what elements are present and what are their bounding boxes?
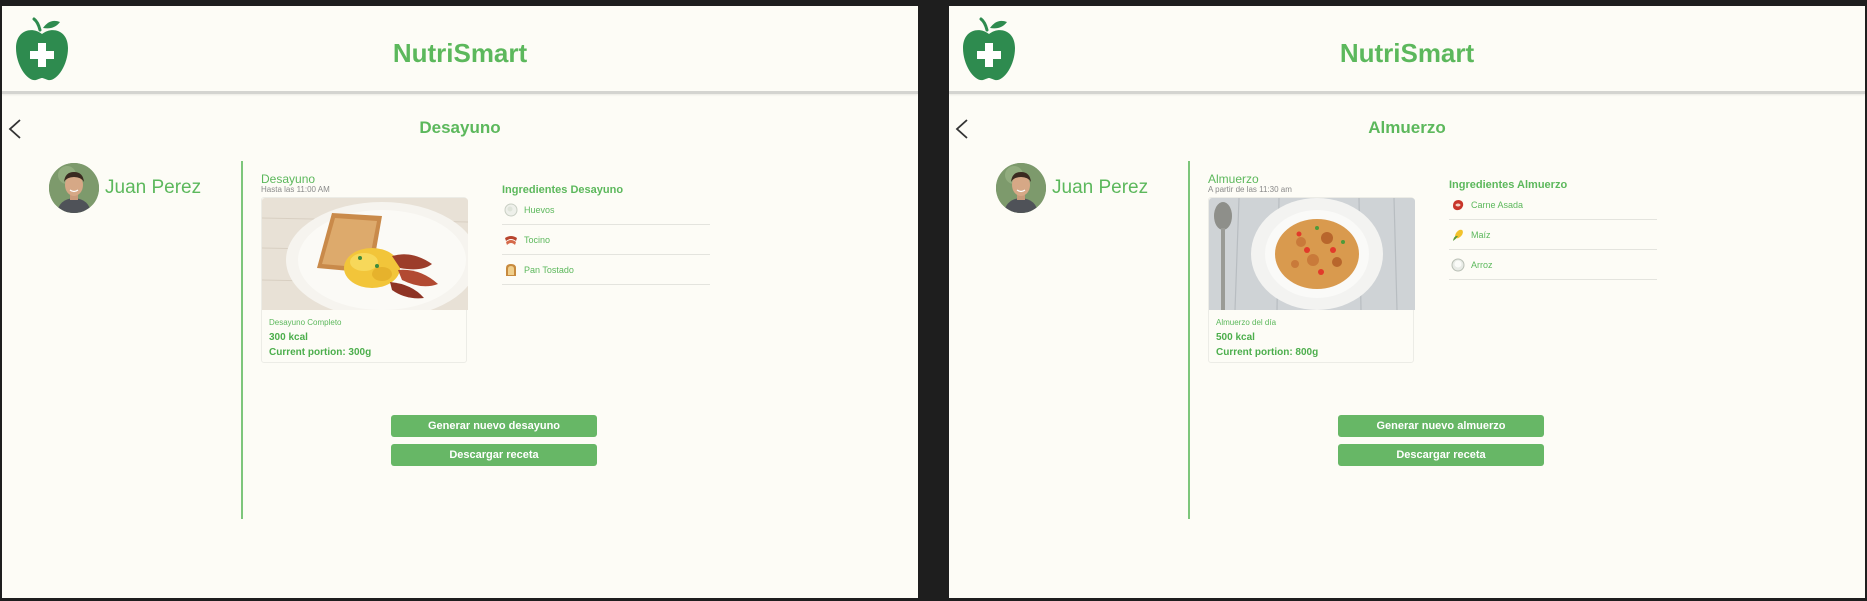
egg-icon — [504, 203, 518, 217]
ingredient-item[interactable]: Huevos — [502, 195, 710, 225]
ingredient-item[interactable]: Carne Asada — [1449, 190, 1657, 220]
ingredient-item[interactable]: Pan Tostado — [502, 255, 710, 285]
app-title: NutriSmart — [1339, 38, 1475, 68]
user-avatar[interactable] — [49, 163, 99, 213]
steak-icon — [1451, 198, 1465, 212]
bacon-icon — [504, 233, 518, 247]
ingredients-list: Huevos Tocino Pan Tostado — [502, 195, 710, 285]
lunch-screen: NutriSmart Almuerzo Juan Perez Almuerzo … — [949, 6, 1865, 598]
page-title: Almuerzo — [1368, 118, 1446, 137]
app-header: NutriSmart — [949, 6, 1865, 94]
meal-time: A partir de las 11:30 am — [1208, 185, 1292, 194]
ingredient-label: Maíz — [1471, 229, 1491, 240]
meal-portion: Current portion: 800g — [1216, 347, 1319, 358]
toast-icon — [504, 263, 518, 277]
section-divider — [241, 161, 243, 519]
ingredient-item[interactable]: Maíz — [1449, 220, 1657, 250]
meal-card[interactable]: Desayuno Completo 300 kcal Current porti… — [261, 197, 468, 363]
ingredient-label: Arroz — [1471, 259, 1493, 270]
meal-name: Desayuno — [261, 172, 316, 186]
download-recipe-button[interactable]: Descargar receta — [1338, 444, 1544, 466]
user-name: Juan Perez — [105, 177, 202, 198]
rice-dish-image — [1209, 198, 1415, 310]
ingredients-list: Carne Asada Maíz Arroz — [1449, 190, 1657, 280]
user-name: Juan Perez — [1052, 177, 1149, 198]
app-header: NutriSmart — [2, 6, 918, 94]
ingredient-label: Carne Asada — [1471, 199, 1524, 210]
download-recipe-button[interactable]: Descargar receta — [391, 444, 597, 466]
meal-name: Almuerzo — [1208, 172, 1259, 186]
page-title: Desayuno — [419, 118, 501, 137]
app-title: NutriSmart — [392, 38, 528, 68]
corn-icon — [1451, 228, 1465, 242]
breakfast-plate-image — [262, 198, 468, 310]
meal-kcal: 300 kcal — [269, 332, 308, 343]
meal-portion: Current portion: 300g — [269, 347, 372, 358]
section-divider — [1188, 161, 1190, 519]
ingredient-label: Huevos — [524, 204, 555, 215]
ingredient-item[interactable]: Tocino — [502, 225, 710, 255]
meal-time: Hasta las 11:00 AM — [261, 185, 330, 194]
user-avatar[interactable] — [996, 163, 1046, 213]
meal-card[interactable]: Almuerzo del día 500 kcal Current portio… — [1208, 197, 1415, 363]
generate-meal-button[interactable]: Generar nuevo almuerzo — [1338, 415, 1544, 437]
ingredient-label: Pan Tostado — [524, 264, 574, 275]
rice-icon — [1451, 258, 1465, 272]
meal-description: Desayuno Completo — [269, 318, 342, 327]
breakfast-screen: NutriSmart Desayuno Juan Perez Desayuno … — [2, 6, 918, 598]
meal-kcal: 500 kcal — [1216, 332, 1255, 343]
ingredient-label: Tocino — [524, 234, 551, 245]
ingredient-item[interactable]: Arroz — [1449, 250, 1657, 280]
meal-description: Almuerzo del día — [1216, 318, 1277, 327]
generate-meal-button[interactable]: Generar nuevo desayuno — [391, 415, 597, 437]
